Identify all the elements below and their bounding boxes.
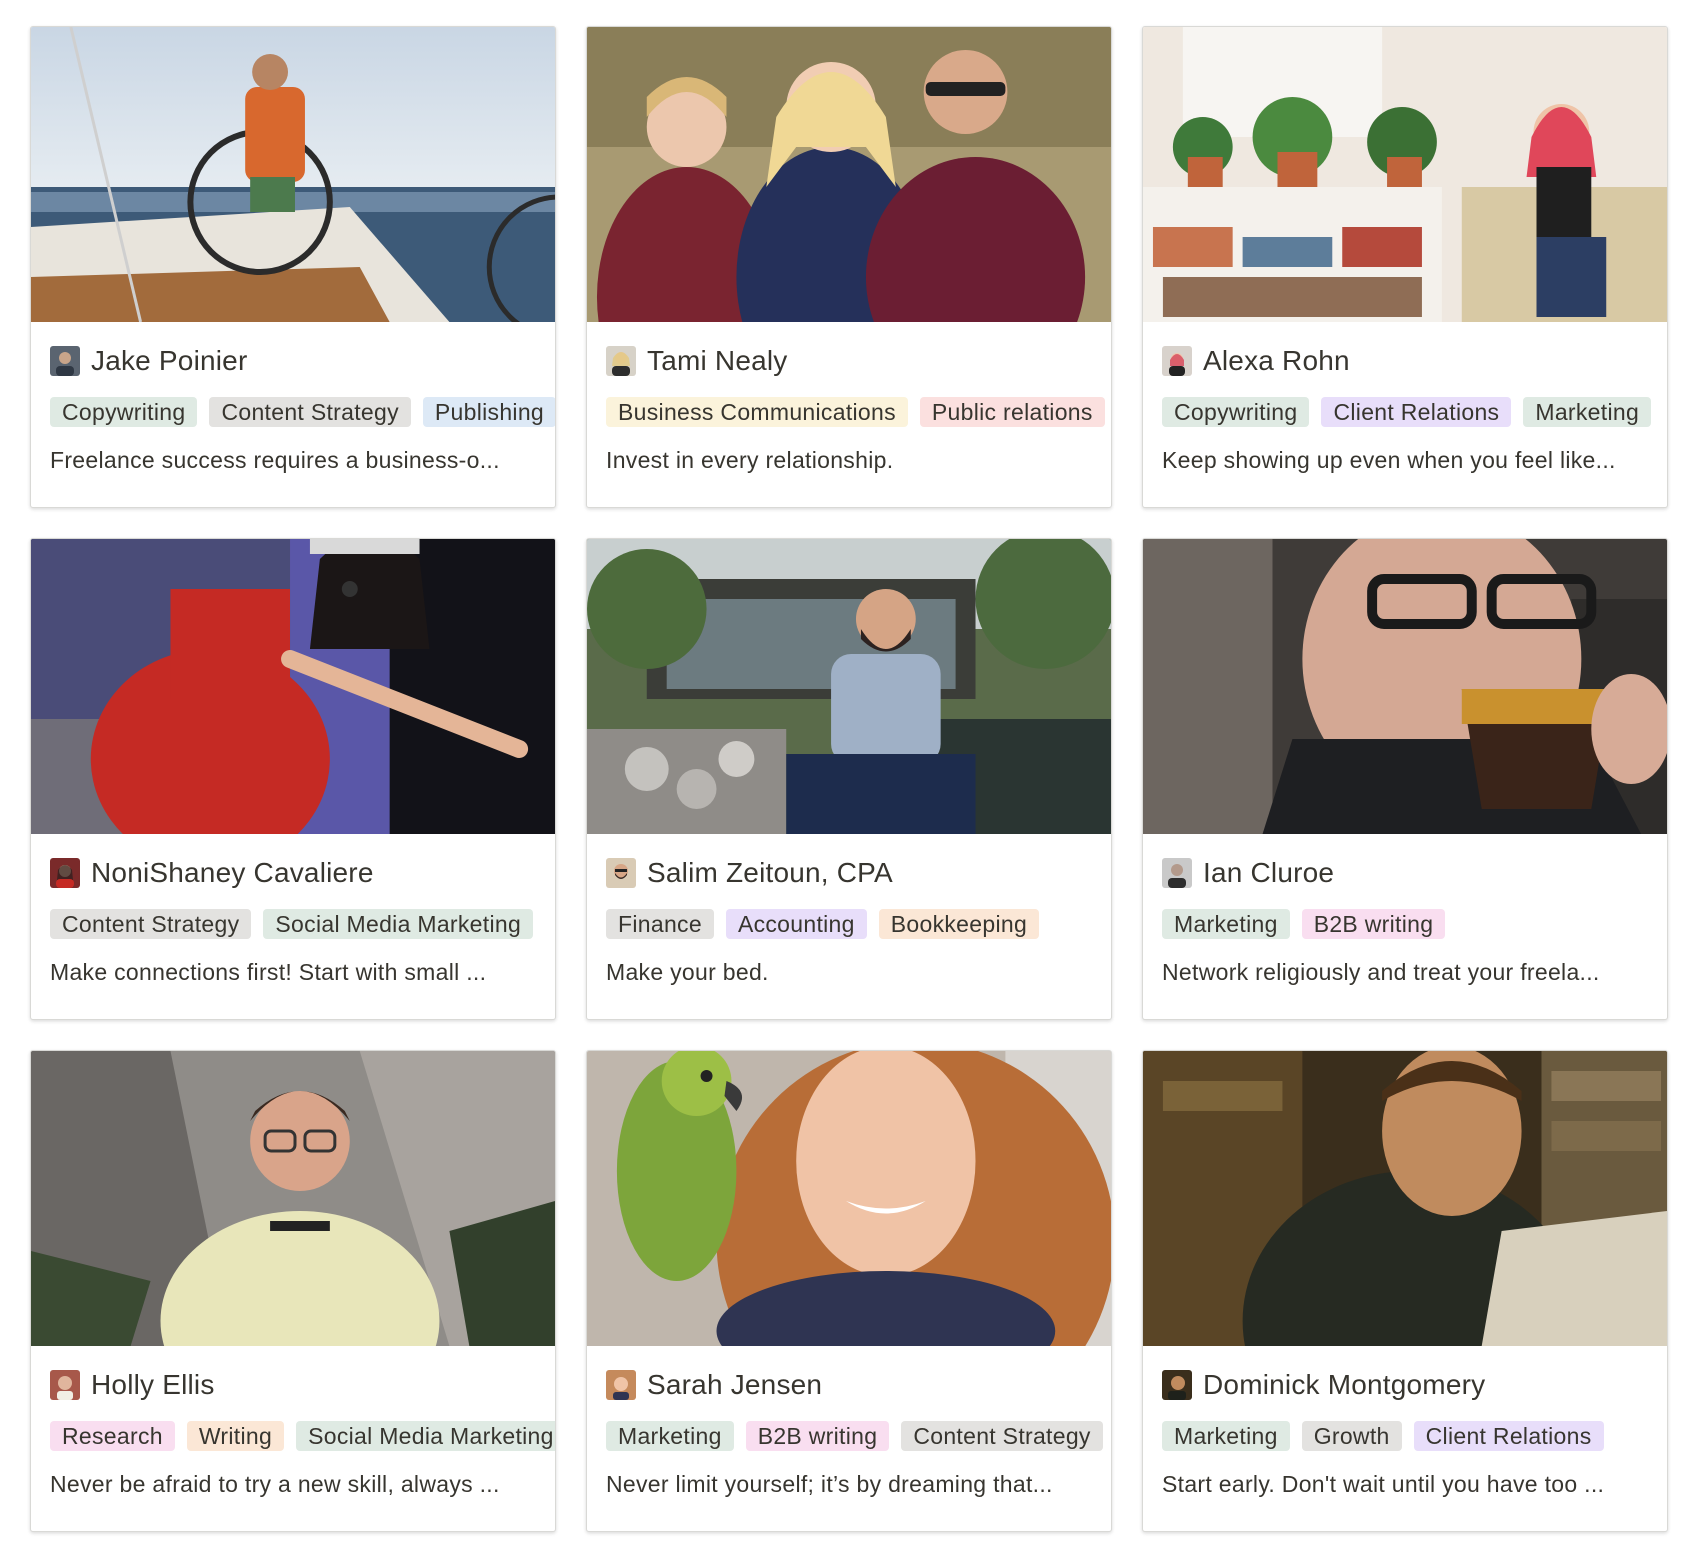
card-cover-image xyxy=(587,27,1111,322)
card-title: Tami Nealy xyxy=(606,343,1092,379)
person-avatar-icon xyxy=(50,858,80,888)
person-avatar-icon xyxy=(606,858,636,888)
person-avatar-icon xyxy=(50,1370,80,1400)
gallery-card[interactable]: NoniShaney Cavaliere Content Strategy Soc… xyxy=(30,538,556,1020)
tag-chip[interactable]: Content Strategy xyxy=(50,909,252,939)
card-summary: Never limit yourself; it’s by dreaming t… xyxy=(606,1471,1053,1497)
gallery-card[interactable]: Ian Cluroe Marketing B2B writing Network … xyxy=(1142,538,1668,1020)
card-summary: Keep showing up even when you feel like.… xyxy=(1162,447,1616,473)
gallery-card[interactable]: Holly Ellis Research Writing Social Media … xyxy=(30,1050,556,1532)
card-cover-image xyxy=(31,27,555,322)
tag-chip[interactable]: Social Media Marketing xyxy=(296,1421,555,1451)
card-title: Alexa Rohn xyxy=(1162,343,1648,379)
tag-chip[interactable]: Social Media Marketing xyxy=(263,909,534,939)
tag-chip[interactable]: Copywriting xyxy=(1162,397,1310,427)
person-avatar-icon xyxy=(606,1370,636,1400)
card-title: Holly Ellis xyxy=(50,1367,536,1403)
card-title: NoniShaney Cavaliere xyxy=(50,855,536,891)
card-summary: Start early. Don't wait until you have t… xyxy=(1162,1471,1605,1497)
tag-list: Marketing Growth Client Relations xyxy=(1162,1421,1667,1453)
person-avatar-icon xyxy=(1162,1370,1192,1400)
tag-chip[interactable]: Publishing xyxy=(422,397,555,427)
card-title: Jake Poinier xyxy=(50,343,536,379)
tag-chip[interactable]: B2B writing xyxy=(1301,909,1446,939)
person-avatar-icon xyxy=(50,346,80,376)
tag-chip[interactable]: Copywriting xyxy=(50,397,198,427)
tag-chip[interactable]: Marketing xyxy=(1162,1421,1290,1451)
card-title: Ian Cluroe xyxy=(1162,855,1648,891)
gallery-card[interactable]: Salim Zeitoun, CPA Finance Accounting Book… xyxy=(586,538,1112,1020)
tag-list: Finance Accounting Bookkeeping xyxy=(606,909,1111,941)
gallery-card[interactable]: Alexa Rohn Copywriting Client Relations Ma… xyxy=(1142,26,1668,508)
tag-chip[interactable]: Public relations xyxy=(919,397,1105,427)
card-name: Salim Zeitoun, CPA xyxy=(647,857,893,888)
person-avatar-icon xyxy=(1162,858,1192,888)
gallery-card[interactable]: Sarah Jensen Marketing B2B writing Content… xyxy=(586,1050,1112,1532)
card-cover-image xyxy=(1143,1051,1667,1346)
tag-chip[interactable]: Business Communications xyxy=(606,397,908,427)
card-summary: Network religiously and treat your freel… xyxy=(1162,959,1600,985)
gallery-card[interactable]: Dominick Montgomery Marketing Growth Clien… xyxy=(1142,1050,1668,1532)
card-name: Ian Cluroe xyxy=(1203,857,1335,888)
gallery-grid: Jake Poinier Copywriting Content Strategy… xyxy=(30,26,1668,1532)
tag-list: Copywriting Content Strategy Publishing xyxy=(50,397,555,429)
tag-chip[interactable]: Client Relations xyxy=(1413,1421,1604,1451)
card-name: Jake Poinier xyxy=(91,345,248,376)
tag-chip[interactable]: Content Strategy xyxy=(209,397,411,427)
card-cover-image xyxy=(1143,27,1667,322)
tag-chip[interactable]: Writing xyxy=(186,1421,285,1451)
tag-list: Business Communications Public relations xyxy=(606,397,1111,429)
tag-list: Marketing B2B writing Content Strategy xyxy=(606,1421,1111,1453)
card-cover-image xyxy=(31,539,555,834)
card-summary: Make connections first! Start with small… xyxy=(50,959,487,985)
card-cover-image xyxy=(31,1051,555,1346)
card-name: Alexa Rohn xyxy=(1203,345,1350,376)
tag-chip[interactable]: Bookkeeping xyxy=(878,909,1040,939)
tag-list: Research Writing Social Media Marketing xyxy=(50,1421,555,1453)
card-summary: Make your bed. xyxy=(606,959,769,985)
tag-chip[interactable]: Finance xyxy=(606,909,714,939)
card-title: Salim Zeitoun, CPA xyxy=(606,855,1092,891)
card-name: Sarah Jensen xyxy=(647,1369,823,1400)
gallery-card[interactable]: Tami Nealy Business Communications Public… xyxy=(586,26,1112,508)
card-title: Sarah Jensen xyxy=(606,1367,1092,1403)
card-summary: Never be afraid to try a new skill, alwa… xyxy=(50,1471,500,1497)
tag-chip[interactable]: Marketing xyxy=(1523,397,1652,427)
tag-list: Copywriting Client Relations Marketing xyxy=(1162,397,1667,429)
card-cover-image xyxy=(587,1051,1111,1346)
card-name: Holly Ellis xyxy=(91,1369,215,1400)
person-avatar-icon xyxy=(606,346,636,376)
tag-chip[interactable]: Marketing xyxy=(1162,909,1290,939)
card-name: Tami Nealy xyxy=(647,345,788,376)
tag-chip[interactable]: Client Relations xyxy=(1321,397,1512,427)
card-name: NoniShaney Cavaliere xyxy=(91,857,374,888)
card-name: Dominick Montgomery xyxy=(1203,1369,1486,1400)
card-cover-image xyxy=(1143,539,1667,834)
card-cover-image xyxy=(587,539,1111,834)
tag-chip[interactable]: Marketing xyxy=(606,1421,734,1451)
card-summary: Invest in every relationship. xyxy=(606,447,894,473)
tag-list: Marketing B2B writing xyxy=(1162,909,1667,941)
card-summary: Freelance success requires a business-o.… xyxy=(50,447,500,473)
person-avatar-icon xyxy=(1162,346,1192,376)
tag-list: Content Strategy Social Media Marketing xyxy=(50,909,555,941)
tag-chip[interactable]: Content Strategy xyxy=(901,1421,1103,1451)
tag-chip[interactable]: Accounting xyxy=(725,909,867,939)
tag-chip[interactable]: B2B writing xyxy=(745,1421,890,1451)
tag-chip[interactable]: Research xyxy=(50,1421,175,1451)
tag-chip[interactable]: Growth xyxy=(1301,1421,1402,1451)
gallery-card[interactable]: Jake Poinier Copywriting Content Strategy… xyxy=(30,26,556,508)
card-title: Dominick Montgomery xyxy=(1162,1367,1648,1403)
